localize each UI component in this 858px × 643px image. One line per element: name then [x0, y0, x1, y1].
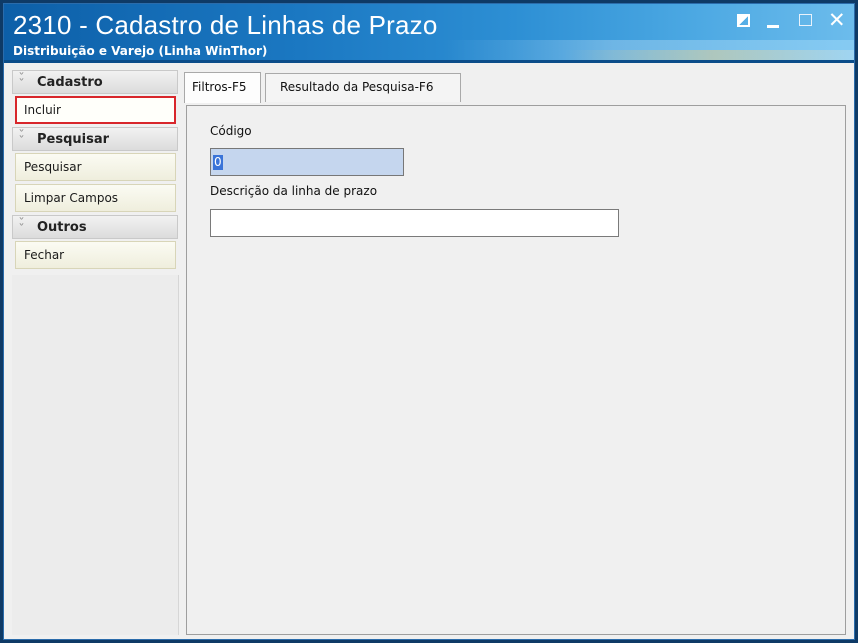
descricao-label: Descrição da linha de prazo — [210, 184, 378, 198]
codigo-value: 0 — [213, 155, 223, 170]
group-label: Pesquisar — [37, 132, 110, 147]
tab-label: Resultado da Pesquisa-F6 — [280, 80, 434, 94]
action-sidebar: ˅ ˅ Cadastro Incluir ˅ ˅ Pesquisar Pesquis… — [12, 70, 178, 272]
limpar-campos-label: Limpar Campos — [24, 191, 119, 205]
incluir-button[interactable]: Incluir — [15, 96, 176, 124]
chevron-double-down-icon: ˅ ˅ — [18, 129, 25, 146]
minimize-icon[interactable] — [764, 12, 782, 30]
tab-resultado-pesquisa[interactable]: Resultado da Pesquisa-F6 — [265, 73, 461, 102]
maximize-icon[interactable] — [797, 12, 815, 30]
window-title: 2310 - Cadastro de Linhas de Prazo — [13, 10, 438, 40]
window-subtitle: Distribuição e Varejo (Linha WinThor) — [13, 44, 268, 58]
codigo-label: Código — [210, 124, 252, 138]
chevron-double-down-icon: ˅ ˅ — [18, 72, 25, 89]
incluir-label: Incluir — [24, 103, 61, 117]
group-pesquisar-header[interactable]: ˅ ˅ Pesquisar — [12, 127, 178, 151]
descricao-field[interactable] — [210, 209, 619, 237]
tab-filtros[interactable]: Filtros-F5 — [184, 72, 261, 103]
title-bar-decoration-accent — [564, 50, 854, 60]
limpar-campos-button[interactable]: Limpar Campos — [15, 184, 176, 212]
restore-icon[interactable] — [736, 12, 754, 30]
codigo-field[interactable]: 0 — [210, 148, 404, 176]
group-label: Cadastro — [37, 75, 103, 90]
group-label: Outros — [37, 220, 87, 235]
pesquisar-label: Pesquisar — [24, 160, 82, 174]
sidebar-empty-area — [12, 275, 179, 635]
group-cadastro-header[interactable]: ˅ ˅ Cadastro — [12, 70, 178, 94]
pesquisar-button[interactable]: Pesquisar — [15, 153, 176, 181]
fechar-label: Fechar — [24, 248, 65, 262]
chevron-double-down-icon: ˅ ˅ — [18, 217, 25, 234]
group-outros-header[interactable]: ˅ ˅ Outros — [12, 215, 178, 239]
filtros-panel: Código 0 Descrição da linha de prazo — [186, 105, 846, 635]
title-bar[interactable]: 2310 - Cadastro de Linhas de Prazo Distr… — [4, 4, 854, 63]
tab-label: Filtros-F5 — [192, 80, 247, 94]
app-window: 2310 - Cadastro de Linhas de Prazo Distr… — [3, 3, 855, 640]
close-icon[interactable]: ✕ — [827, 8, 846, 32]
fechar-button[interactable]: Fechar — [15, 241, 176, 269]
